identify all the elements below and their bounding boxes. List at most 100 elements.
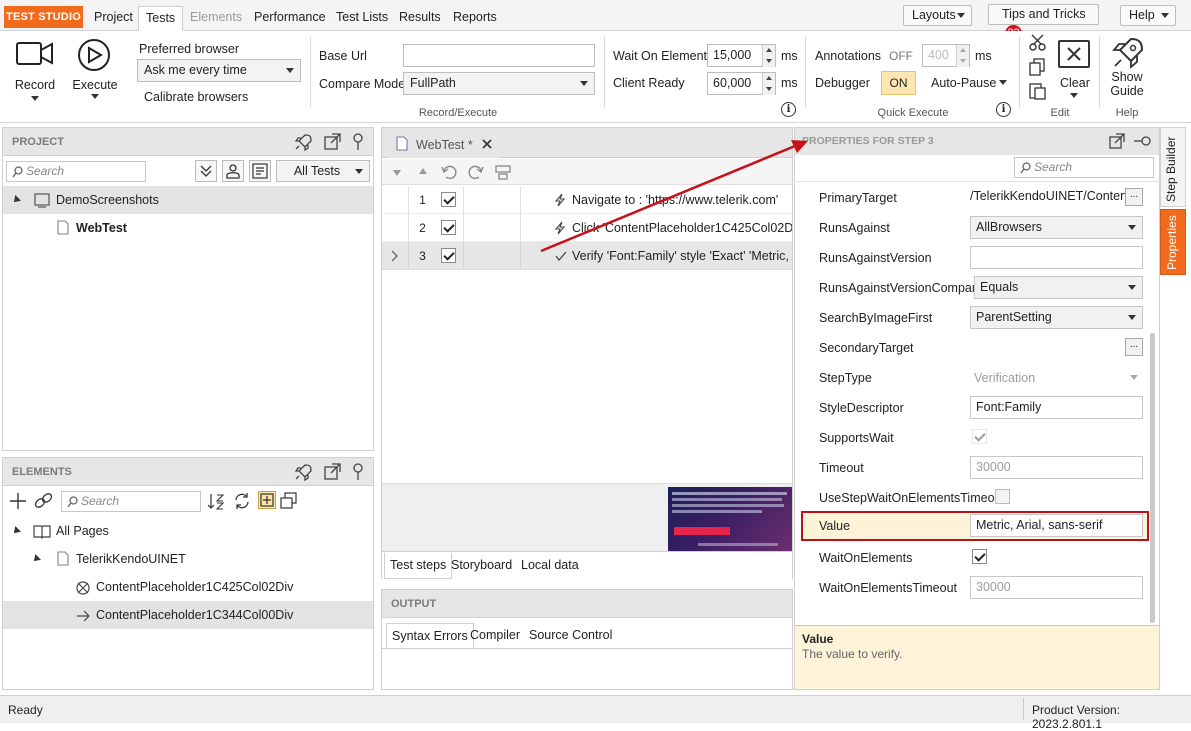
open-external-icon[interactable] [323, 462, 343, 482]
menu-tab-performance[interactable]: Performance [247, 6, 333, 31]
tab-source-control[interactable]: Source Control [529, 623, 612, 647]
open-external-icon[interactable] [1108, 132, 1126, 150]
tab-storyboard[interactable]: Storyboard [451, 553, 512, 577]
add-icon[interactable] [8, 491, 28, 511]
tree-item-element[interactable]: ContentPlaceholder1C425Col02Div [3, 573, 373, 601]
prop-input-wait-on-elements-timeout[interactable]: 30000 [970, 576, 1143, 599]
rocket-icon[interactable] [293, 462, 313, 482]
paste-icon[interactable] [1028, 81, 1048, 101]
execute-button[interactable]: Execute [72, 39, 118, 109]
clear-button[interactable] [1058, 40, 1090, 68]
refresh-icon[interactable] [232, 491, 252, 511]
prop-checkbox-wait-on-elements[interactable] [972, 549, 987, 564]
project-search-input[interactable]: Search [6, 161, 146, 182]
prop-input-style-descriptor[interactable]: Font:Family [970, 396, 1143, 419]
annotations-toggle[interactable]: OFF [889, 49, 913, 63]
clear-dropdown-icon[interactable] [1070, 93, 1078, 98]
windows-icon[interactable] [279, 491, 299, 511]
close-icon[interactable] [481, 138, 493, 150]
side-tab-step-builder[interactable]: Step Builder [1160, 127, 1186, 207]
calibrate-browsers-button[interactable]: Calibrate browsers [144, 90, 248, 104]
properties-search-input[interactable]: Search [1014, 157, 1154, 178]
prop-select-runs-against-version-compare[interactable]: Equals [974, 276, 1143, 299]
tree-item-demoscreenshots[interactable]: DemoScreenshots [3, 186, 373, 214]
cut-icon[interactable] [1028, 34, 1048, 52]
base-url-input[interactable] [403, 44, 595, 67]
pin-icon[interactable] [350, 462, 366, 482]
auto-pause-dropdown-icon[interactable] [999, 80, 1007, 85]
expand-icon[interactable] [11, 195, 21, 205]
collapse-all-button[interactable] [195, 160, 217, 182]
side-tab-properties[interactable]: Properties [1160, 209, 1186, 275]
highlight-toggle-button[interactable] [258, 491, 276, 509]
undo-icon[interactable] [440, 163, 458, 181]
copy-icon[interactable] [1028, 57, 1048, 77]
tab-compiler[interactable]: Compiler [470, 623, 520, 647]
tree-item-all-pages[interactable]: All Pages [3, 517, 373, 545]
elements-search-input[interactable]: Search [61, 491, 201, 512]
menu-tab-elements[interactable]: Elements [183, 6, 249, 31]
tree-item-page[interactable]: TelerikKendoUINET [3, 545, 373, 573]
menu-tab-project[interactable]: Project [87, 6, 140, 31]
prop-input-value[interactable]: Metric, Arial, sans-serif [970, 514, 1143, 537]
step-enabled-checkbox[interactable] [441, 220, 456, 235]
rocket-icon[interactable] [293, 132, 313, 152]
info-icon[interactable]: i [781, 102, 796, 117]
prop-checkbox-use-step-wait-on-elements-timeout[interactable] [995, 489, 1010, 504]
prop-input-timeout[interactable]: 30000 [970, 456, 1143, 479]
step-enabled-checkbox[interactable] [441, 248, 456, 263]
product-version: Product Version: 2023.2.801.1 [1032, 703, 1121, 731]
wait-on-elements-input[interactable]: 15,000 [707, 44, 776, 67]
step-options-icon[interactable] [494, 163, 512, 181]
primary-target-browse-button[interactable]: ... [1125, 188, 1143, 206]
client-ready-input[interactable]: 60,000 [707, 72, 776, 95]
menu-tab-tests[interactable]: Tests [138, 6, 184, 31]
list-view-button[interactable] [249, 160, 271, 182]
sort-icon[interactable] [206, 491, 226, 511]
layouts-button[interactable]: Layouts [903, 5, 972, 26]
record-dropdown-icon [31, 96, 39, 101]
expand-icon[interactable] [11, 526, 21, 536]
tab-test-steps[interactable]: Test steps [384, 553, 453, 579]
editor-tab-webtest[interactable]: WebTest * [388, 132, 498, 158]
annotations-delay-input[interactable]: 400 [922, 44, 970, 67]
prop-select-search-by-image-first[interactable]: ParentSetting [970, 306, 1143, 329]
secondary-target-browse-button[interactable]: ... [1125, 338, 1143, 356]
user-filter-button[interactable] [222, 160, 244, 182]
properties-scrollbar[interactable] [1150, 333, 1155, 623]
prop-value-primary-target[interactable]: /TelerikKendoUINET/Content [970, 186, 1125, 209]
step-enabled-checkbox[interactable] [441, 192, 456, 207]
info-icon[interactable]: i [996, 102, 1011, 117]
tips-button[interactable]: Tips and Tricks22 [988, 4, 1099, 43]
debugger-toggle[interactable]: ON [881, 71, 916, 95]
menu-tab-results[interactable]: Results [392, 6, 448, 31]
page-screenshot-thumbnail[interactable] [668, 487, 792, 552]
prop-input-runs-against-version[interactable] [970, 246, 1143, 269]
tab-syntax-errors[interactable]: Syntax Errors [386, 623, 474, 649]
tests-filter-select[interactable]: All Tests [276, 160, 370, 182]
menu-tab-test-lists[interactable]: Test Lists [329, 6, 395, 31]
compare-mode-select[interactable]: FullPath [403, 72, 595, 95]
tab-local-data[interactable]: Local data [521, 553, 579, 577]
show-guide-button[interactable]: Show Guide [1107, 36, 1147, 102]
auto-pause-label[interactable]: Auto-Pause [931, 76, 996, 90]
link-icon[interactable] [33, 491, 55, 511]
open-external-icon[interactable] [323, 132, 343, 152]
test-step-row[interactable]: 1 Navigate to : 'https://www.telerik.com… [382, 186, 792, 214]
tree-item-webtest[interactable]: WebTest [3, 214, 373, 242]
help-button[interactable]: Help [1120, 5, 1176, 26]
redo-icon[interactable] [467, 163, 485, 181]
move-down-icon[interactable] [393, 170, 401, 176]
record-button[interactable]: Record [12, 39, 58, 109]
elements-panel: ELEMENTS Search All Pages TelerikKendoUI… [2, 457, 374, 690]
move-up-icon[interactable] [419, 168, 427, 174]
preferred-browser-select[interactable]: Ask me every time [137, 59, 301, 82]
pin-icon[interactable] [1132, 133, 1152, 149]
test-step-row-selected[interactable]: 3 Verify 'Font:Family' style 'Exact' 'Me… [382, 242, 792, 270]
expand-icon[interactable] [31, 554, 41, 564]
pin-icon[interactable] [350, 132, 366, 152]
test-step-row[interactable]: 2 Click 'ContentPlaceholder1C425Col02Div… [382, 214, 792, 242]
menu-tab-reports[interactable]: Reports [446, 6, 504, 31]
tree-item-element-selected[interactable]: ContentPlaceholder1C344Col00Div [3, 601, 373, 629]
prop-select-runs-against[interactable]: AllBrowsers [970, 216, 1143, 239]
